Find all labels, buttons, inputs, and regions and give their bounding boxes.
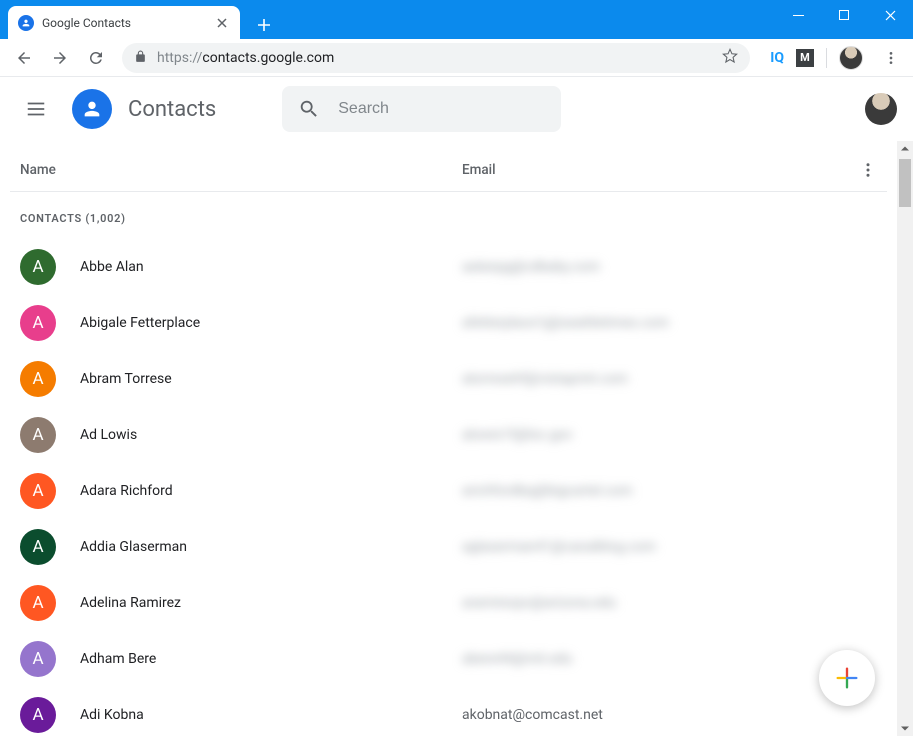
section-label: CONTACTS (1,002): [10, 192, 887, 239]
contact-row[interactable]: A Adi Kobnaakobnat@comcast.net: [10, 687, 887, 736]
browser-tab[interactable]: Google Contacts: [8, 6, 240, 39]
bookmark-star-icon[interactable]: [722, 48, 738, 68]
column-header-name[interactable]: Name: [20, 162, 462, 178]
contact-email: akobnat@comcast.net: [462, 707, 877, 723]
contact-name: Addia Glaserman: [80, 539, 462, 555]
search-icon: [298, 98, 320, 120]
extension-iq-icon[interactable]: IQ: [770, 50, 784, 66]
contact-avatar: A: [20, 417, 56, 453]
browser-toolbar: https://contacts.google.com IQ M: [0, 39, 913, 77]
tab-strip: Google Contacts: [0, 0, 278, 39]
lock-icon: [134, 48, 147, 67]
contact-email: aalanpg@cdbaby.com: [462, 259, 877, 275]
app-header: Contacts: [0, 77, 913, 141]
separator: [826, 48, 827, 68]
contact-row[interactable]: A Adham Bereabere44@mit.edu: [10, 631, 887, 687]
contact-name: Adham Bere: [80, 651, 462, 667]
create-contact-fab[interactable]: [819, 650, 875, 706]
scroll-up-arrow-icon[interactable]: [897, 141, 913, 157]
window-maximize-button[interactable]: [821, 0, 867, 30]
reload-button[interactable]: [80, 42, 112, 74]
plus-icon: [833, 664, 861, 692]
contact-row[interactable]: A Adelina Ramirezaramirezpv@arizona.edu: [10, 575, 887, 631]
main-menu-button[interactable]: [16, 89, 56, 129]
back-button[interactable]: [8, 42, 40, 74]
contacts-favicon: [18, 15, 34, 31]
extension-m-icon[interactable]: M: [796, 49, 814, 67]
window-close-button[interactable]: [867, 0, 913, 30]
contact-avatar: A: [20, 249, 56, 285]
contact-email: aramirezpv@arizona.edu: [462, 595, 877, 611]
contact-email: atorresehf@vistaprint.com: [462, 371, 877, 387]
contact-row[interactable]: A Abram Torreseatorresehf@vistaprint.com: [10, 351, 887, 407]
contact-avatar: A: [20, 305, 56, 341]
window-controls: [775, 0, 913, 30]
vertical-scrollbar[interactable]: [897, 141, 913, 736]
contact-email: abere44@mit.edu: [462, 651, 877, 667]
list-settings-button[interactable]: [837, 161, 877, 179]
contact-name: Abram Torrese: [80, 371, 462, 387]
url-text: https://contacts.google.com: [157, 50, 712, 66]
contact-avatar: A: [20, 697, 56, 733]
profile-avatar-small[interactable]: [839, 46, 863, 70]
contacts-logo: [72, 89, 112, 129]
new-tab-button[interactable]: [250, 11, 278, 39]
window-titlebar: Google Contacts: [0, 0, 913, 39]
window-minimize-button[interactable]: [775, 0, 821, 30]
address-bar[interactable]: https://contacts.google.com: [122, 43, 750, 73]
contact-avatar: A: [20, 641, 56, 677]
contact-avatar: A: [20, 473, 56, 509]
contact-email: aglaserman41@canalblog.com: [462, 539, 877, 555]
column-header-email[interactable]: Email: [462, 162, 837, 178]
contact-avatar: A: [20, 529, 56, 565]
contact-avatar: A: [20, 361, 56, 397]
search-box[interactable]: [282, 86, 561, 132]
tab-close-button[interactable]: [214, 15, 230, 31]
column-header-row: Name Email: [10, 161, 887, 192]
contact-name: Adelina Ramirez: [80, 595, 462, 611]
contact-row[interactable]: A Abigale Fetterplaceafetterplace1j@seatt…: [10, 295, 887, 351]
contact-name: Abigale Fetterplace: [80, 315, 462, 331]
contact-email: afetterplace1j@seattletimes.com: [462, 315, 877, 331]
scroll-down-arrow-icon[interactable]: [897, 720, 913, 736]
scroll-thumb[interactable]: [899, 159, 911, 207]
contact-name: Abbe Alan: [80, 259, 462, 275]
search-input[interactable]: [338, 100, 545, 118]
contact-name: Ad Lowis: [80, 427, 462, 443]
contact-row[interactable]: A Adara Richfordarichfordbq@bigcartel.com: [10, 463, 887, 519]
contact-name: Adara Richford: [80, 483, 462, 499]
account-avatar[interactable]: [865, 93, 897, 125]
contact-email: alowis1f@loc.gov: [462, 427, 877, 443]
contact-email: arichfordbq@bigcartel.com: [462, 483, 877, 499]
contact-row[interactable]: A Abbe Alanaalanpg@cdbaby.com: [10, 239, 887, 295]
extension-icons: IQ M: [760, 46, 873, 70]
contact-avatar: A: [20, 585, 56, 621]
tab-title: Google Contacts: [42, 16, 206, 30]
contact-row[interactable]: A Addia Glasermanaglaserman41@canalblog.c…: [10, 519, 887, 575]
app-title: Contacts: [128, 97, 216, 122]
browser-menu-button[interactable]: [877, 50, 905, 66]
contact-row[interactable]: A Ad Lowisalowis1f@loc.gov: [10, 407, 887, 463]
forward-button[interactable]: [44, 42, 76, 74]
content-area: Name Email CONTACTS (1,002) A Abbe Alanaa…: [0, 141, 897, 736]
contact-name: Adi Kobna: [80, 707, 462, 723]
